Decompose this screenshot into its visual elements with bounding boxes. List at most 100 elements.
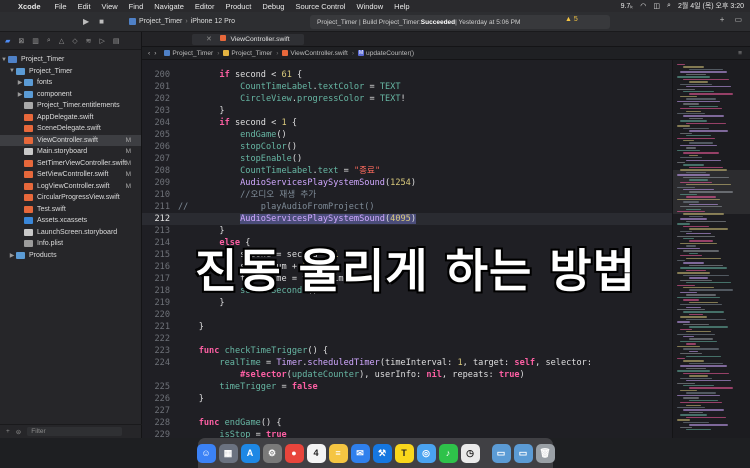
tree-row-file[interactable]: LogViewController.swift M: [0, 181, 141, 193]
kakaotalk-icon[interactable]: T: [394, 443, 414, 463]
music-icon[interactable]: ♪: [438, 443, 458, 463]
scheme-selector[interactable]: Project_Timer › iPhone 12 Pro: [129, 18, 235, 25]
xcode-icon[interactable]: ⚒: [372, 443, 392, 463]
stop-icon[interactable]: ■: [94, 17, 109, 26]
code-line[interactable]: 228 func endGame() {: [142, 417, 672, 429]
code-line[interactable]: 202 CircleView.progressColor = TEXT!: [142, 93, 672, 105]
wifi-icon[interactable]: ◠: [640, 2, 646, 10]
code-line[interactable]: 206 stopColor(): [142, 141, 672, 153]
finder-icon[interactable]: ☺: [196, 443, 216, 463]
control-center-icon[interactable]: ◫: [653, 2, 660, 10]
related-items-icon[interactable]: ≡: [738, 50, 742, 57]
tree-row-file[interactable]: Test.swift: [0, 204, 141, 216]
code-line[interactable]: 204 if second < 1 {: [142, 117, 672, 129]
safari-icon[interactable]: ◎: [416, 443, 436, 463]
menu-item-find[interactable]: Find: [129, 2, 144, 11]
code-line[interactable]: 225 timeTrigger = false: [142, 381, 672, 393]
back-icon[interactable]: ‹: [148, 50, 150, 57]
test-icon[interactable]: ◇: [72, 37, 77, 45]
tab-viewcontroller[interactable]: ✕ ViewController.swift: [192, 34, 304, 45]
clock-icon[interactable]: ◷: [460, 443, 480, 463]
tree-row-file[interactable]: ▶ fonts: [0, 77, 141, 89]
source-control-icon[interactable]: ⊠: [18, 37, 24, 45]
code-line[interactable]: 227: [142, 405, 672, 417]
code-line[interactable]: 200 if second < 61 {: [142, 69, 672, 81]
code-line[interactable]: 203 }: [142, 105, 672, 117]
trash-icon[interactable]: 🗑: [535, 443, 555, 463]
code-line[interactable]: 207 stopEnable(): [142, 153, 672, 165]
system-preferences-icon[interactable]: ⚙: [262, 443, 282, 463]
menu-item-debug[interactable]: Debug: [262, 2, 284, 11]
disclosure-closed-icon[interactable]: ▶: [16, 91, 24, 98]
disclosure-closed-icon[interactable]: ▶: [8, 252, 16, 259]
folder-icon[interactable]: ▰: [5, 37, 10, 45]
minimap[interactable]: [672, 60, 750, 438]
issue-icon[interactable]: △: [59, 37, 64, 45]
tree-row-file[interactable]: Main.storyboard M: [0, 146, 141, 158]
menu-item-source-control[interactable]: Source Control: [295, 2, 345, 11]
code-line[interactable]: 209 AudioServicesPlaySystemSound(1254): [142, 177, 672, 189]
tree-row-file[interactable]: CircularProgressView.swift: [0, 192, 141, 204]
add-file-icon[interactable]: +: [6, 428, 10, 435]
breakpoint-icon[interactable]: ▷: [99, 37, 104, 45]
tree-row-file[interactable]: AppDelegate.swift: [0, 112, 141, 124]
code-line[interactable]: 224 realTime = Timer.scheduledTimer(time…: [142, 357, 672, 369]
menu-item-editor[interactable]: Editor: [195, 2, 215, 11]
jumpbar-project[interactable]: Project_Timer: [164, 50, 213, 57]
tree-row-file[interactable]: ▶ component: [0, 89, 141, 101]
disclosure-closed-icon[interactable]: ▶: [16, 79, 24, 86]
tree-row-file[interactable]: ▶ Products: [0, 250, 141, 262]
network-speed-indicator[interactable]: 9.7ₖ: [621, 2, 634, 10]
menu-item-edit[interactable]: Edit: [78, 2, 91, 11]
menu-item-help[interactable]: Help: [394, 2, 409, 11]
tree-row-file[interactable]: Info.plist: [0, 238, 141, 250]
menu-item-file[interactable]: File: [55, 2, 67, 11]
tree-row-group[interactable]: ▼ Project_Timer: [0, 66, 141, 78]
code-line[interactable]: 205 endGame(): [142, 129, 672, 141]
tree-row-file[interactable]: SceneDelegate.swift: [0, 123, 141, 135]
split-editor-icon[interactable]: ▭: [734, 15, 742, 24]
code-line[interactable]: 220: [142, 309, 672, 321]
tree-row-file[interactable]: SetTimerViewController.swift M: [0, 158, 141, 170]
code-line[interactable]: 201 CountTimeLabel.textColor = TEXT: [142, 81, 672, 93]
filter-input[interactable]: Filter: [27, 427, 123, 436]
close-icon[interactable]: ✕: [206, 36, 212, 43]
tree-row-file[interactable]: SetViewController.swift M: [0, 169, 141, 181]
add-icon[interactable]: +: [720, 15, 725, 24]
tree-row-file[interactable]: LaunchScreen.storyboard: [0, 227, 141, 239]
jumpbar-symbol[interactable]: MupdateCounter(): [358, 50, 414, 57]
chrome-icon[interactable]: ●: [284, 443, 304, 463]
mail-icon[interactable]: ✉: [350, 443, 370, 463]
warning-badge[interactable]: ▲ 5: [565, 16, 578, 23]
code-line[interactable]: 223 func checkTimeTrigger() {: [142, 345, 672, 357]
code-line[interactable]: 213 }: [142, 225, 672, 237]
menu-item-navigate[interactable]: Navigate: [154, 2, 184, 11]
jumpbar-file[interactable]: ViewController.swift: [282, 50, 348, 57]
code-line[interactable]: 229 isStop = true: [142, 429, 672, 438]
app-store-icon[interactable]: A: [240, 443, 260, 463]
menu-item-xcode[interactable]: Xcode: [18, 2, 41, 11]
find-icon[interactable]: ⌕: [47, 37, 51, 45]
report-icon[interactable]: ▤: [113, 37, 120, 45]
code-line[interactable]: #selector(updateCounter), userInfo: nil,…: [142, 369, 672, 381]
run-icon[interactable]: ▶: [78, 17, 94, 26]
jumpbar-group[interactable]: Project_Timer: [223, 50, 272, 57]
tree-row-file[interactable]: ViewController.swift M: [0, 134, 141, 146]
code-line[interactable]: 208 CountTimeLabel.text = "종료": [142, 165, 672, 177]
code-line[interactable]: 226 }: [142, 393, 672, 405]
code-line[interactable]: 211 // playAudioFromProject(): [142, 201, 672, 213]
search-icon[interactable]: ⌕: [667, 2, 671, 10]
debug-icon[interactable]: ≋: [86, 37, 92, 45]
tree-row-project[interactable]: ▼ Project_Timer: [0, 54, 141, 66]
tree-row-file[interactable]: Assets.xcassets: [0, 215, 141, 227]
menu-item-window[interactable]: Window: [356, 2, 383, 11]
code-line[interactable]: 210 //오디오 재생 추가: [142, 189, 672, 201]
code-line[interactable]: 212 AudioServicesPlaySystemSound(4095): [142, 213, 672, 225]
menu-item-view[interactable]: View: [102, 2, 118, 11]
code-line[interactable]: 222: [142, 333, 672, 345]
folder-icon[interactable]: ▭: [491, 443, 511, 463]
disclosure-open-icon[interactable]: ▼: [0, 57, 8, 63]
disclosure-open-icon[interactable]: ▼: [8, 68, 16, 74]
launchpad-icon[interactable]: ▦: [218, 443, 238, 463]
code-line[interactable]: 221 }: [142, 321, 672, 333]
